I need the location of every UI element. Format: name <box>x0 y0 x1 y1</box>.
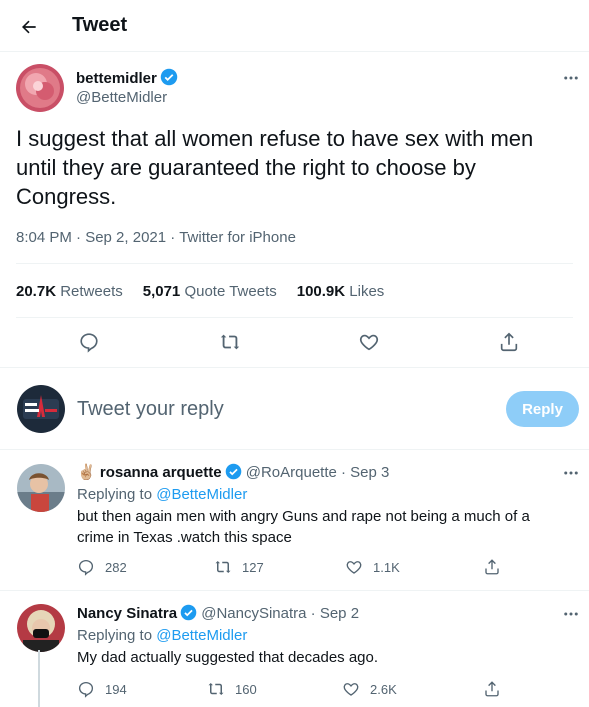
divider <box>16 263 573 264</box>
reply-icon <box>78 681 94 698</box>
reply-like-action[interactable]: 2.6K <box>342 680 397 698</box>
avatar[interactable] <box>16 64 64 112</box>
like-count: 1.1K <box>373 559 400 575</box>
divider <box>0 590 589 591</box>
more-options-icon[interactable] <box>559 66 583 90</box>
reply-count: 282 <box>105 559 127 575</box>
reply-avatar[interactable] <box>17 464 65 512</box>
tweet-time[interactable]: 8:04 PM · Sep 2, 2021 <box>16 229 166 246</box>
retweet-count: 160 <box>235 681 257 697</box>
reply-avatar[interactable] <box>17 604 65 652</box>
replying-to-link[interactable]: @BetteMidler <box>156 486 247 503</box>
replying-to: Replying to @BetteMidler <box>77 627 248 644</box>
replying-to-link[interactable]: @BetteMidler <box>156 627 247 644</box>
page-title: Tweet <box>72 14 128 36</box>
tweet-text: I suggest that all women refuse to have … <box>16 126 534 209</box>
author-name-row[interactable]: bettemidler <box>76 68 178 91</box>
retweet-icon[interactable] <box>213 325 247 359</box>
reply-author-name[interactable]: rosanna arquette <box>100 464 222 481</box>
retweet-icon <box>215 561 231 573</box>
verified-badge-icon <box>225 463 242 484</box>
likes-stat[interactable]: 100.9K Likes <box>297 283 385 300</box>
divider <box>0 449 589 450</box>
emoji-icon: ✌🏼 <box>77 464 96 481</box>
reply-author-handle[interactable]: @RoArquette <box>246 464 337 481</box>
user-avatar[interactable] <box>17 385 65 433</box>
reply-share-action[interactable] <box>483 558 501 576</box>
tweet-meta: 8:04 PM · Sep 2, 2021 · Twitter for iPho… <box>16 229 296 246</box>
reply-icon <box>78 559 94 576</box>
meta-separator: · <box>170 229 176 246</box>
reply-text: My dad actually suggested that decades a… <box>77 649 379 666</box>
author-handle[interactable]: @BetteMidler <box>76 89 167 106</box>
reply-share-action[interactable] <box>483 680 501 698</box>
reply-input[interactable]: Tweet your reply <box>77 398 224 421</box>
back-arrow-icon[interactable] <box>14 12 44 42</box>
reply-button[interactable]: Reply <box>506 391 579 427</box>
replying-to: Replying to @BetteMidler <box>77 486 248 503</box>
retweet-icon <box>208 683 224 695</box>
more-options-icon[interactable] <box>559 461 583 485</box>
reply-icon[interactable] <box>72 325 106 359</box>
verified-badge-icon <box>180 604 197 625</box>
reply-like-action[interactable]: 1.1K <box>345 558 400 576</box>
like-icon <box>346 561 362 574</box>
tweet-stats: 20.7K Retweets 5,071 Quote Tweets 100.9K… <box>16 283 384 300</box>
share-icon <box>485 681 499 697</box>
reply-count: 194 <box>105 681 127 697</box>
like-count: 2.6K <box>370 681 397 697</box>
quotes-stat[interactable]: 5,071 Quote Tweets <box>143 283 277 300</box>
reply-author-handle[interactable]: @NancySinatra <box>201 605 306 622</box>
share-icon <box>485 559 499 575</box>
reply-reply-action[interactable]: 194 <box>77 680 127 698</box>
reply-text: but then again men with angry Guns and r… <box>77 508 530 546</box>
retweets-stat[interactable]: 20.7K Retweets <box>16 283 123 300</box>
reply-retweet-action[interactable]: 160 <box>207 680 257 698</box>
divider <box>0 367 589 368</box>
like-icon <box>343 683 359 696</box>
divider <box>16 317 573 318</box>
reply-date[interactable]: · Sep 3 <box>341 464 389 481</box>
more-options-icon[interactable] <box>559 602 583 626</box>
verified-badge-icon <box>160 68 178 91</box>
reply-header: Nancy Sinatra @NancySinatra · Sep 2 <box>77 604 557 625</box>
reply-retweet-action[interactable]: 127 <box>214 558 264 576</box>
share-icon[interactable] <box>492 325 526 359</box>
reply-date[interactable]: · Sep 2 <box>311 605 359 622</box>
author-name[interactable]: bettemidler <box>76 70 157 87</box>
reply-header: ✌🏼 rosanna arquette @RoArquette · Sep 3 <box>77 463 557 484</box>
reply-reply-action[interactable]: 282 <box>77 558 127 576</box>
like-icon[interactable] <box>352 325 386 359</box>
retweet-count: 127 <box>242 559 264 575</box>
reply-author-name[interactable]: Nancy Sinatra <box>77 605 177 622</box>
thread-line <box>38 650 40 707</box>
tweet-source[interactable]: Twitter for iPhone <box>179 229 296 246</box>
